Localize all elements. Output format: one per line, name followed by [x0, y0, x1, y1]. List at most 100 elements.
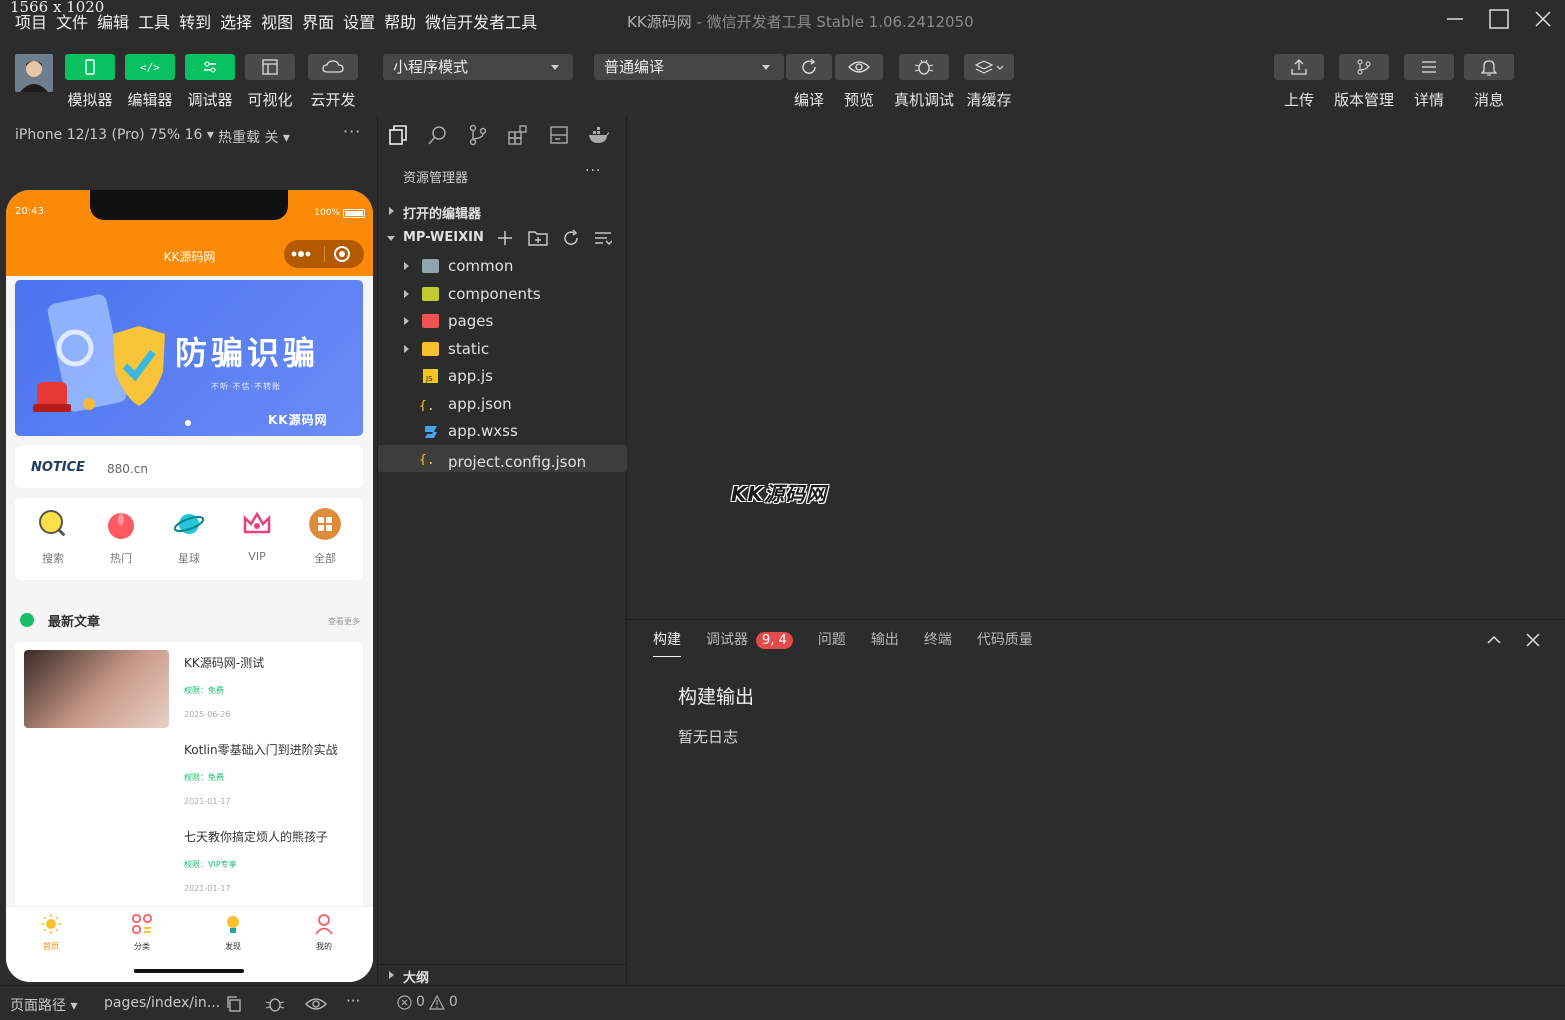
code-icon: </> — [140, 61, 160, 74]
bug-icon[interactable] — [264, 995, 286, 1013]
lightbulb-icon — [227, 916, 239, 933]
shortcut-vip[interactable]: VIP — [227, 508, 287, 563]
cloud-button[interactable] — [308, 54, 358, 80]
debugger-button[interactable] — [185, 54, 235, 80]
menu-help[interactable]: 帮助 — [384, 9, 416, 33]
tab-category[interactable]: 分类 — [112, 913, 172, 952]
tab-discover[interactable]: 发现 — [203, 913, 263, 952]
page-path-value[interactable]: pages/index/in... — [104, 995, 220, 1011]
compile-button[interactable] — [786, 54, 832, 80]
tree-item-common[interactable]: common — [378, 253, 627, 280]
menu-view[interactable]: 视图 — [261, 9, 293, 33]
banner-carousel[interactable]: 防骗识骗 不听·不信·不转账 KK源码网 — [15, 280, 363, 436]
tab-label: 我的 — [316, 942, 332, 951]
list-item[interactable]: 七天教你搞定烦人的熊孩子 权限：VIP专享 2021-01-17 — [184, 828, 359, 893]
explorer-more-button[interactable]: ··· — [585, 163, 601, 179]
mode-select[interactable]: 小程序模式 — [383, 54, 573, 80]
tree-item-static[interactable]: static — [378, 336, 627, 363]
device-select-value: iPhone 12/13 (Pro) 75% 16 — [15, 127, 203, 143]
extensions-icon[interactable] — [507, 124, 529, 146]
clear-cache-button[interactable] — [964, 54, 1014, 80]
tab-terminal[interactable]: 终端 — [924, 629, 952, 657]
menu-goto[interactable]: 转到 — [179, 9, 211, 33]
simulator-more-button[interactable]: ··· — [343, 122, 361, 141]
maximize-button[interactable] — [1477, 0, 1521, 38]
version-button[interactable] — [1339, 54, 1389, 80]
tab-home[interactable]: 首页 — [21, 913, 81, 952]
tree-item-label: common — [448, 257, 514, 275]
tree-item-label: project.config.json — [448, 453, 587, 471]
shortcut-planet[interactable]: 星球 — [159, 508, 219, 566]
refresh-icon[interactable] — [562, 229, 580, 247]
new-file-icon[interactable] — [496, 229, 514, 247]
tree-item-app-js[interactable]: JS app.js — [378, 363, 627, 390]
list-item[interactable]: KK源码网-测试 权限：免费 2025-06-26 — [184, 654, 359, 719]
simulator-button[interactable] — [65, 54, 115, 80]
folder-icon — [422, 259, 439, 273]
banner-brand: KK源码网 — [268, 413, 328, 427]
hot-reload-select[interactable]: 热重载 关 ▾ — [218, 127, 290, 147]
remote-debug-button[interactable] — [899, 54, 949, 80]
tab-problems[interactable]: 问题 — [818, 629, 846, 657]
shortcut-all[interactable]: 全部 — [295, 508, 355, 566]
toolbar: </> 模拟器 编辑器 调试器 可视化 云开发 小程序模式 普通编译 编译 预览… — [0, 40, 1565, 116]
menu-select[interactable]: 选择 — [220, 9, 252, 33]
close-panel-icon[interactable] — [1524, 631, 1542, 649]
storage-icon[interactable] — [548, 124, 570, 146]
open-editors-section[interactable]: 打开的编辑器 — [378, 198, 627, 225]
tree-item-project-config[interactable]: {..} project.config.json — [378, 445, 627, 472]
svg-text:</>: </> — [140, 61, 160, 74]
menu-settings[interactable]: 设置 — [343, 9, 375, 33]
copy-icon[interactable] — [226, 996, 242, 1012]
phone-notch — [90, 190, 288, 220]
avatar[interactable] — [15, 54, 53, 92]
close-circle-icon[interactable] — [331, 240, 355, 268]
editor-button[interactable]: </> — [125, 54, 175, 80]
docker-icon[interactable] — [587, 124, 609, 146]
close-button[interactable] — [1521, 0, 1565, 38]
details-button[interactable] — [1404, 54, 1454, 80]
upload-button[interactable] — [1274, 54, 1324, 80]
view-more-link[interactable]: 查看更多 — [328, 616, 360, 627]
menu-tools[interactable]: 工具 — [138, 9, 170, 33]
message-button[interactable] — [1464, 54, 1514, 80]
shortcut-hot[interactable]: 热门 — [91, 508, 151, 566]
outline-section[interactable]: 大纲 — [378, 964, 627, 986]
menu-lines-icon — [1422, 61, 1436, 73]
home-indicator — [134, 969, 244, 973]
tab-build[interactable]: 构建 — [653, 629, 681, 657]
device-select[interactable]: iPhone 12/13 (Pro) 75% 16 ▾ — [15, 127, 214, 143]
menu-interface[interactable]: 界面 — [302, 9, 334, 33]
files-icon[interactable] — [387, 124, 409, 146]
status-more-button[interactable]: ··· — [346, 992, 360, 1010]
article-thumbnail[interactable] — [24, 650, 169, 728]
tab-mine[interactable]: 我的 — [294, 913, 354, 952]
phone-navbar: 20:43 100% KK源码网 — [6, 190, 373, 276]
list-item[interactable]: Kotlin零基础入门到进阶实战 权限：免费 2021-01-17 — [184, 741, 359, 806]
minimize-button[interactable] — [1433, 0, 1477, 38]
notice-bar[interactable]: NOTICE 880.cn — [15, 446, 363, 488]
collapse-all-icon[interactable] — [594, 229, 612, 247]
tree-item-app-json[interactable]: {..} app.json — [378, 391, 627, 418]
new-folder-icon[interactable] — [528, 229, 548, 247]
menu-wechat-devtools[interactable]: 微信开发者工具 — [425, 9, 537, 33]
visual-button[interactable] — [245, 54, 295, 80]
git-branch-icon[interactable] — [467, 124, 489, 146]
tab-code-quality[interactable]: 代码质量 — [977, 629, 1033, 657]
shortcut-search[interactable]: 搜索 — [23, 508, 83, 566]
tab-output[interactable]: 输出 — [871, 629, 899, 657]
tree-item-app-wxss[interactable]: app.wxss — [378, 418, 627, 445]
preview-button[interactable] — [835, 54, 883, 80]
more-dots-icon[interactable] — [284, 240, 318, 268]
compile-select[interactable]: 普通编译 — [594, 54, 784, 80]
chevron-up-icon[interactable] — [1485, 631, 1503, 649]
project-section[interactable]: MP-WEIXIN — [378, 225, 627, 252]
tree-item-pages[interactable]: pages — [378, 308, 627, 335]
tab-debugger[interactable]: 调试器 9, 4 — [706, 629, 793, 657]
eye-icon[interactable] — [305, 997, 327, 1011]
search-icon[interactable] — [427, 124, 449, 146]
problems-summary[interactable]: 0 0 — [397, 994, 458, 1010]
tree-item-components[interactable]: components — [378, 281, 627, 308]
page-path-select[interactable]: 页面路径 ▾ — [10, 995, 77, 1015]
carousel-indicator[interactable] — [185, 420, 191, 426]
